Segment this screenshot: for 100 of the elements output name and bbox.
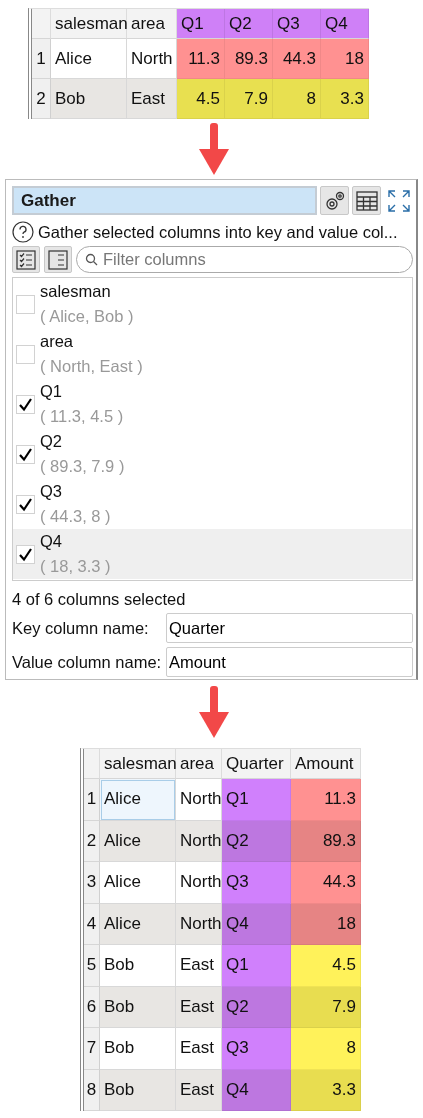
- text-field[interactable]: Amount: [166, 647, 413, 677]
- table-cell: Bob: [51, 79, 127, 119]
- row-number: 4: [84, 903, 100, 945]
- search-icon: [85, 253, 98, 266]
- column-header[interactable]: Q1: [177, 9, 225, 39]
- column-values: ( Alice, Bob ): [40, 306, 134, 327]
- table-cell: East: [176, 945, 222, 987]
- checkbox[interactable]: [16, 344, 35, 364]
- column-header[interactable]: Quarter: [222, 749, 291, 779]
- column-name: Q3: [40, 481, 63, 502]
- table-cell: East: [127, 79, 177, 119]
- down-arrow: [198, 686, 229, 738]
- table-cell: Q3: [222, 1028, 291, 1070]
- table-cell: 44.3: [291, 862, 361, 904]
- column-values: ( 18, 3.3 ): [40, 556, 111, 577]
- down-arrow: [198, 123, 229, 175]
- row-number: 5: [84, 945, 100, 987]
- table-cell: 3.3: [291, 1069, 361, 1111]
- table-cell: 89.3: [291, 820, 361, 862]
- column-name: Q2: [40, 431, 63, 452]
- check-icon: [18, 546, 33, 562]
- column-header[interactable]: Q4: [321, 9, 369, 39]
- table-cell: East: [176, 1069, 222, 1111]
- table-cell: Alice: [100, 862, 176, 904]
- table-cell: 3.3: [321, 79, 369, 119]
- checkbox[interactable]: [16, 294, 35, 314]
- table-cell: 89.3: [225, 39, 273, 79]
- table-cell: North: [176, 820, 222, 862]
- check-icon: [18, 396, 33, 412]
- column-header[interactable]: salesman: [100, 749, 176, 779]
- row-number: 2: [84, 820, 100, 862]
- table-cell: Bob: [100, 945, 176, 987]
- column-header[interactable]: area: [127, 9, 177, 39]
- row-number: 8: [84, 1069, 100, 1111]
- text-field[interactable]: Quarter: [166, 613, 413, 643]
- table-cell: 11.3: [177, 39, 225, 79]
- table-cell: Q2: [222, 820, 291, 862]
- description-text: Gather selected columns into key and value col...: [38, 222, 398, 242]
- field-label: Value column name:: [12, 652, 163, 672]
- checklist-icon: [16, 249, 36, 270]
- table-cell: 4.5: [291, 945, 361, 987]
- table-cell: Alice: [100, 779, 176, 821]
- table-cell: 7.9: [291, 986, 361, 1028]
- checkbox[interactable]: [16, 444, 35, 464]
- table-cell: 8: [273, 79, 321, 119]
- column-item[interactable]: Q4 ( 18, 3.3 ): [13, 529, 412, 579]
- check-icon: [18, 446, 33, 462]
- checkbox[interactable]: [16, 544, 35, 564]
- table-cell: North: [176, 779, 222, 821]
- table-cell: Bob: [100, 1028, 176, 1070]
- table-cell: Bob: [100, 1069, 176, 1111]
- row-number: 6: [84, 986, 100, 1028]
- table-cell: 18: [291, 903, 361, 945]
- title-field[interactable]: Gather: [12, 186, 317, 215]
- column-name: area: [40, 331, 75, 352]
- table-cell: 8: [291, 1028, 361, 1070]
- select-none-button[interactable]: [44, 246, 72, 273]
- expand-icon: [386, 188, 411, 213]
- column-name: Q1: [40, 381, 63, 402]
- column-header[interactable]: salesman: [51, 9, 127, 39]
- column-header[interactable]: Q3: [273, 9, 321, 39]
- selection-count: 4 of 6 columns selected: [12, 590, 187, 609]
- column-header[interactable]: area: [176, 749, 222, 779]
- row-number: 1: [84, 779, 100, 821]
- table-cell: 18: [321, 39, 369, 79]
- checkbox[interactable]: [16, 494, 35, 514]
- column-values: ( North, East ): [40, 356, 143, 377]
- list-icon: [48, 249, 68, 270]
- check-icon: [18, 496, 33, 512]
- table-cell: Alice: [100, 903, 176, 945]
- table-view-button[interactable]: [352, 186, 381, 215]
- row-number: 3: [84, 862, 100, 904]
- table-cell: Alice: [51, 39, 127, 79]
- column-values: ( 44.3, 8 ): [40, 506, 111, 527]
- table-cell: 44.3: [273, 39, 321, 79]
- table-cell: North: [176, 903, 222, 945]
- filter-field[interactable]: Filter columns: [76, 246, 413, 273]
- table-cell: 4.5: [177, 79, 225, 119]
- table-cell: Q4: [222, 1069, 291, 1111]
- column-values: ( 11.3, 4.5 ): [40, 406, 124, 427]
- row-number: 1: [32, 39, 51, 79]
- table-cell: 7.9: [225, 79, 273, 119]
- column-header[interactable]: Q2: [225, 9, 273, 39]
- row-number: 2: [32, 79, 51, 119]
- column-values: ( 89.3, 7.9 ): [40, 456, 125, 477]
- row-number: 7: [84, 1028, 100, 1070]
- checkbox[interactable]: [16, 394, 35, 414]
- table-cell: Q1: [222, 945, 291, 987]
- table-cell: East: [176, 986, 222, 1028]
- column-header[interactable]: Amount: [291, 749, 361, 779]
- table-cell: Q1: [222, 779, 291, 821]
- settings-button[interactable]: [320, 186, 349, 215]
- table-cell: Q2: [222, 986, 291, 1028]
- table-cell: North: [176, 862, 222, 904]
- select-all-button[interactable]: [12, 246, 40, 273]
- table-cell: 11.3: [291, 779, 361, 821]
- help-icon[interactable]: [12, 221, 34, 243]
- field-label: Key column name:: [12, 618, 150, 638]
- table-cell: Bob: [100, 986, 176, 1028]
- column-name: Q4: [40, 531, 63, 552]
